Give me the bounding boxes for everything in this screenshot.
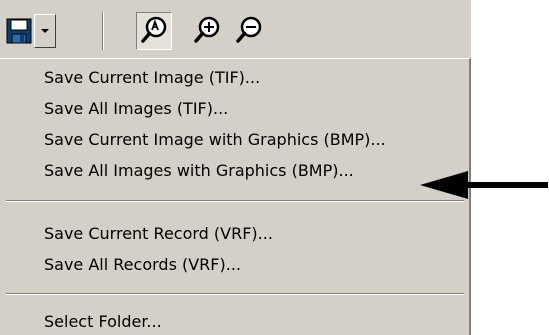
zoom-out-button[interactable] — [232, 14, 266, 48]
menu-item-label: Save Current Image with Graphics (BMP)..… — [44, 130, 386, 149]
magnifier-plus-icon — [194, 16, 220, 43]
menu-item-save-all-images-graphics-bmp[interactable]: Save All Images with Graphics (BMP)... — [2, 156, 467, 186]
zoom-auto-button[interactable] — [136, 12, 172, 50]
menu-item-save-current-record-vrf[interactable]: Save Current Record (VRF)... — [2, 219, 467, 249]
menu-separator — [6, 200, 464, 202]
save-button[interactable] — [6, 18, 32, 44]
menu-item-select-folder[interactable]: Select Folder... — [2, 307, 467, 335]
menu-item-save-current-image-graphics-bmp[interactable]: Save Current Image with Graphics (BMP)..… — [2, 125, 467, 155]
floppy-disk-icon — [6, 18, 32, 44]
zoom-in-button[interactable] — [190, 14, 224, 48]
menu-item-save-all-images-tif[interactable]: Save All Images (TIF)... — [2, 94, 467, 124]
screenshot-root: Save Current Image (TIF)... Save All Ima… — [0, 0, 549, 335]
menu-item-label: Save All Images with Graphics (BMP)... — [44, 161, 354, 180]
magnifier-minus-icon — [236, 16, 262, 43]
menu-item-label: Save All Records (VRF)... — [44, 255, 241, 274]
menu-separator — [6, 293, 464, 295]
menu-item-save-all-records-vrf[interactable]: Save All Records (VRF)... — [2, 250, 467, 280]
dropdown-arrow-icon — [41, 29, 49, 33]
magnifier-auto-icon — [141, 16, 167, 43]
menu-item-save-current-image-tif[interactable]: Save Current Image (TIF)... — [2, 63, 467, 93]
save-dropdown-menu: Save Current Image (TIF)... Save All Ima… — [0, 58, 471, 335]
menu-item-label: Save Current Image (TIF)... — [44, 68, 261, 87]
menu-item-label: Save Current Record (VRF)... — [44, 224, 273, 243]
toolbar-separator — [102, 12, 104, 50]
callout-arrow-icon — [420, 171, 548, 199]
menu-item-label: Select Folder... — [44, 312, 162, 331]
save-dropdown-button[interactable] — [34, 14, 56, 48]
toolbar — [0, 0, 471, 58]
menu-item-label: Save All Images (TIF)... — [44, 99, 229, 118]
